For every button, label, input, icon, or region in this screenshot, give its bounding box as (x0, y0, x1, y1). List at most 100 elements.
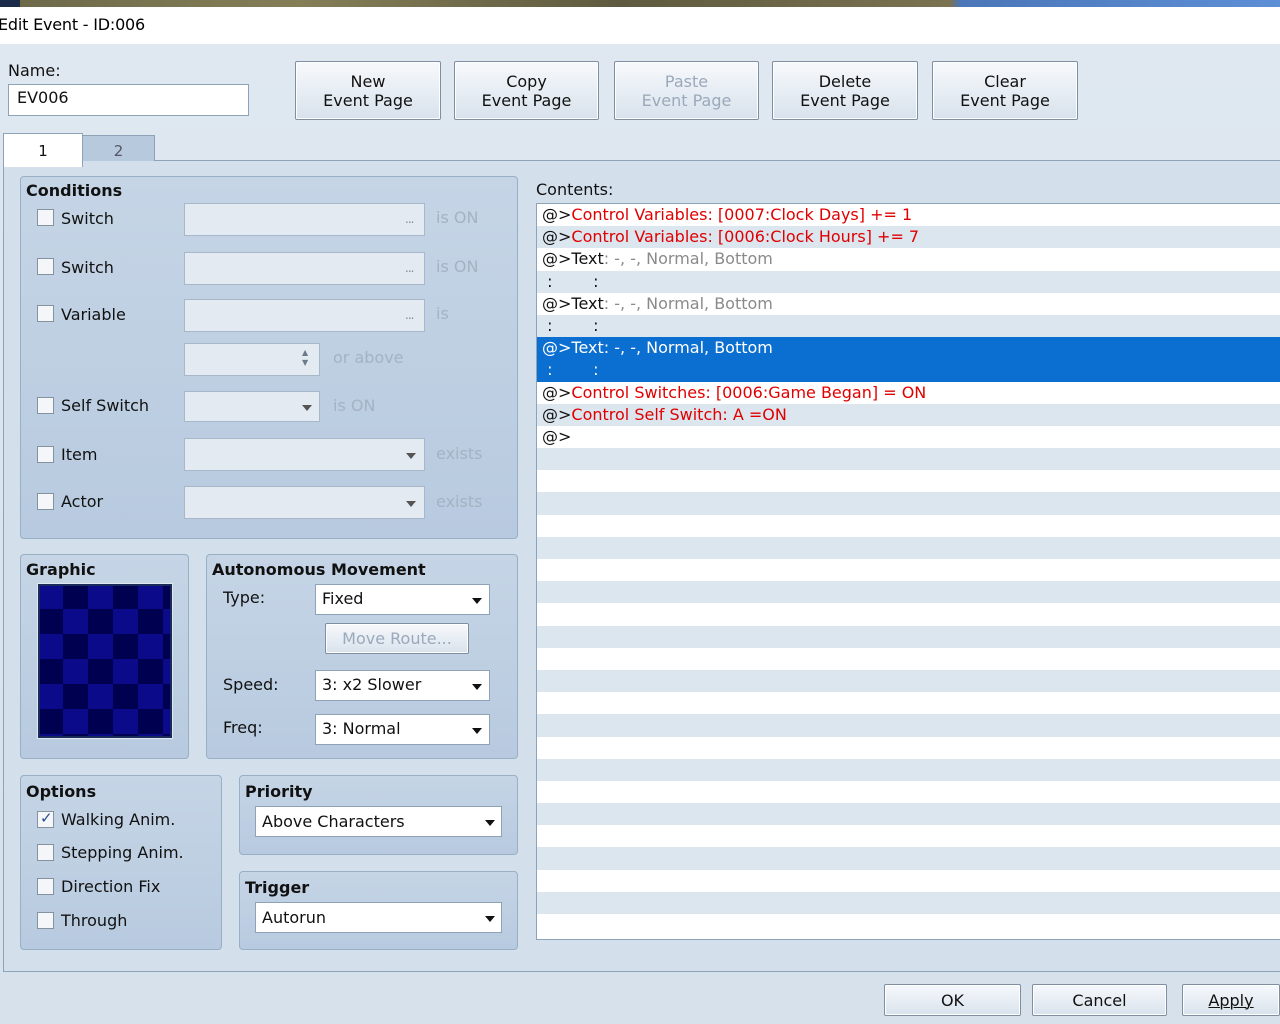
empty-row[interactable] (537, 515, 1280, 537)
empty-row[interactable] (537, 803, 1280, 826)
command-row[interactable]: @>Control Variables: [0007:Clock Days] +… (537, 204, 1280, 226)
actor-label: Actor (61, 492, 104, 511)
command-text: : -, -, Normal, Bottom (603, 249, 773, 269)
empty-row[interactable] (537, 758, 1280, 781)
item-checkbox[interactable] (37, 446, 54, 463)
autonomous-movement-title: Autonomous Movement (212, 560, 426, 579)
command-text: Control Self Switch: A =ON (571, 404, 787, 424)
type-value: Fixed (322, 589, 364, 608)
command-row[interactable]: @> (537, 426, 1280, 448)
empty-row[interactable] (537, 914, 1280, 936)
button-line: Paste (664, 71, 709, 91)
command-row[interactable]: @>Control Variables: [0006:Clock Hours] … (537, 226, 1280, 249)
delete-event-page-button[interactable]: Delete Event Page (772, 61, 918, 120)
empty-row[interactable] (537, 603, 1280, 625)
chevron-down-icon (485, 820, 495, 826)
spinner-arrows-icon[interactable]: ▲ ▼ (302, 348, 308, 368)
command-row[interactable]: @>Text: -, -, Normal, Bottom (537, 248, 1280, 270)
direction-fix-checkbox[interactable] (37, 878, 54, 895)
actor-select[interactable] (184, 486, 425, 519)
tab-page-1[interactable]: 1 (3, 133, 83, 167)
item-label: Item (61, 445, 98, 464)
empty-row[interactable] (537, 536, 1280, 559)
freq-label: Freq: (223, 718, 263, 737)
empty-row[interactable] (537, 669, 1280, 693)
command-text: : -, -, Normal, Bottom (603, 338, 773, 358)
switch1-browse[interactable]: ... (405, 212, 415, 226)
empty-row[interactable] (537, 692, 1280, 714)
command-row[interactable]: : : (537, 270, 1280, 293)
contents-list[interactable]: @> Control Variables: [0007:Clock Days] +… (536, 203, 1280, 940)
empty-row[interactable] (537, 559, 1280, 581)
command-row[interactable]: @>Text: -, -, Normal, Bottom (537, 293, 1280, 315)
walking-anim-checkbox[interactable] (37, 809, 54, 828)
command-prefix: @> (542, 404, 572, 424)
cancel-button[interactable]: Cancel (1032, 984, 1167, 1016)
through-checkbox[interactable] (37, 912, 54, 929)
item-suffix: exists (436, 444, 483, 463)
item-select[interactable] (184, 438, 425, 471)
empty-row[interactable] (537, 825, 1280, 847)
command-prefix: @> (542, 426, 572, 446)
command-text: Control Variables: [0007:Clock Days] += … (571, 205, 913, 224)
command-row[interactable]: @>Control Self Switch: A =ON (537, 403, 1280, 426)
command-row[interactable]: @>Control Switches: [0006:Game Began] = … (537, 382, 1280, 404)
switch1-field[interactable] (184, 203, 425, 236)
switch2-browse[interactable]: ... (405, 261, 415, 275)
chevron-down-icon (302, 405, 312, 411)
button-line: Event Page (960, 90, 1050, 110)
empty-row[interactable] (537, 625, 1280, 648)
variable-label: Variable (61, 305, 126, 324)
switch2-suffix: is ON (436, 257, 479, 276)
switch2-field[interactable] (184, 252, 425, 285)
stepping-anim-checkbox[interactable] (37, 844, 54, 861)
switch1-checkbox[interactable] (37, 209, 54, 226)
chevron-down-icon (485, 916, 495, 922)
empty-row[interactable] (537, 870, 1280, 892)
graphic-preview[interactable] (37, 583, 173, 739)
empty-row[interactable] (537, 781, 1280, 803)
name-input[interactable]: EV006 (8, 84, 249, 116)
move-route-button[interactable]: Move Route... (325, 623, 469, 654)
button-line: New (350, 71, 386, 91)
paste-event-page-button[interactable]: Paste Event Page (614, 61, 759, 120)
variable-value-spinner[interactable] (184, 343, 320, 376)
clear-event-page-button[interactable]: Clear Event Page (932, 61, 1078, 120)
command-row[interactable]: @>Text: -, -, Normal, Bottom (537, 337, 1280, 360)
ok-button[interactable]: OK (884, 984, 1021, 1016)
empty-row[interactable] (537, 891, 1280, 914)
variable-suffix: is (436, 304, 449, 323)
command-row[interactable]: : : (537, 359, 1280, 382)
command-text: Control Variables: [0006:Clock Hours] +=… (571, 227, 920, 247)
self-switch-label: Self Switch (61, 396, 150, 415)
walking-anim-label: Walking Anim. (61, 810, 176, 829)
empty-row[interactable] (537, 648, 1280, 670)
copy-event-page-button[interactable]: Copy Event Page (454, 61, 599, 120)
button-line: Event Page (641, 90, 732, 110)
freq-value: 3: Normal (322, 719, 401, 738)
empty-row[interactable] (537, 737, 1280, 759)
type-label: Type: (223, 588, 266, 607)
empty-row[interactable] (537, 492, 1280, 515)
command-prefix: : : (542, 271, 599, 291)
command-row[interactable]: : : (537, 314, 1280, 338)
chevron-down-icon (472, 684, 482, 690)
empty-row[interactable] (537, 448, 1280, 471)
apply-button[interactable]: Apply (1182, 984, 1280, 1016)
variable-field[interactable] (184, 299, 425, 332)
actor-checkbox[interactable] (37, 493, 54, 510)
self-switch-checkbox[interactable] (37, 397, 54, 414)
actor-suffix: exists (436, 492, 483, 511)
options-title: Options (26, 782, 97, 801)
empty-row[interactable] (537, 714, 1280, 737)
new-event-page-button[interactable]: New Event Page (295, 61, 441, 120)
empty-row[interactable] (537, 847, 1280, 870)
variable-browse[interactable]: ... (405, 308, 415, 322)
tab-page-2[interactable]: 2 (82, 135, 155, 161)
variable-checkbox[interactable] (37, 305, 54, 322)
self-switch-select[interactable] (184, 391, 320, 422)
switch2-checkbox[interactable] (37, 258, 54, 275)
empty-row[interactable] (537, 470, 1280, 492)
empty-row[interactable] (537, 581, 1280, 604)
switch1-label: Switch (61, 209, 114, 228)
